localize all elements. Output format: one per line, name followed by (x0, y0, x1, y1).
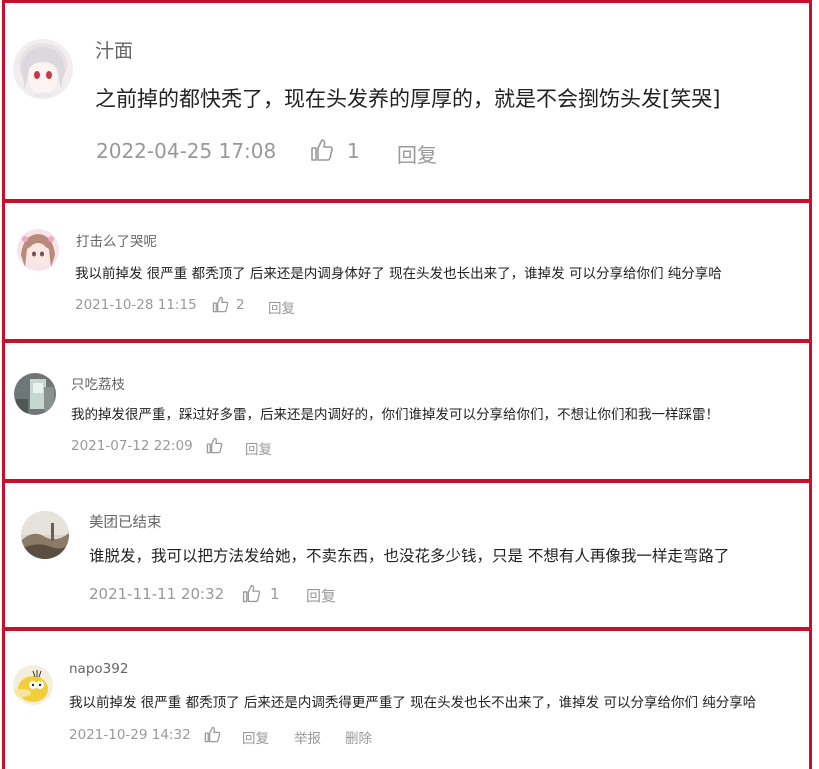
username[interactable]: 打击么了哭呢 (76, 230, 157, 250)
comment-time: 2022-04-25 17:08 (96, 139, 277, 163)
thumbs-up-icon[interactable] (310, 138, 334, 162)
comment-time: 2021-11-11 20:32 (89, 585, 225, 603)
comment-card: 只吃荔枝 我的掉发很严重，踩过好多雷，后来还是内调好的，你们谁掉发可以分享给你们… (2, 340, 812, 482)
comment-time: 2021-10-28 11:15 (75, 297, 197, 313)
thumbs-up-icon[interactable] (204, 726, 221, 743)
comment-card: 美团已结束 谁脱发，我可以把方法发给她，不卖东西，也没花多少钱，只是 不想有人再… (2, 480, 812, 630)
reply-button[interactable]: 回复 (306, 585, 336, 606)
report-button[interactable]: 举报 (294, 727, 321, 747)
reply-button[interactable]: 回复 (245, 438, 272, 458)
thumbs-up-icon[interactable] (206, 437, 223, 454)
avatar[interactable] (13, 665, 53, 705)
comment-text: 我以前掉发 很严重 都秃顶了 后来还是内调秃得更严重了 现在头发也长不出来了，谁… (69, 695, 757, 711)
like-count: 2 (236, 297, 245, 313)
comment-text: 我以前掉发 很严重 都秃顶了 后来还是内调身体好了 现在头发也长出来了，谁掉发 … (75, 266, 722, 282)
comment-card: 打击么了哭呢 我以前掉发 很严重 都秃顶了 后来还是内调身体好了 现在头发也长出… (2, 200, 812, 342)
avatar[interactable] (21, 511, 69, 559)
comment-time: 2021-10-29 14:32 (69, 727, 191, 743)
landscape-photo-avatar-icon (21, 511, 69, 559)
comment-card: napo392 我以前掉发 很严重 都秃顶了 后来还是内调秃得更严重了 现在头发… (2, 628, 812, 769)
anime-girl-avatar-icon (17, 229, 59, 271)
avatar[interactable] (14, 373, 56, 415)
reply-button[interactable]: 回复 (397, 139, 437, 168)
comment-text: 之前掉的都快秃了，现在头发养的厚厚的，就是不会捯饬头发[笑哭] (95, 87, 721, 111)
window-photo-avatar-icon (14, 373, 56, 415)
yellow-duck-avatar-icon (13, 665, 53, 705)
thumbs-up-icon[interactable] (212, 296, 229, 313)
avatar[interactable] (17, 229, 59, 271)
username[interactable]: 美团已结束 (89, 511, 162, 532)
comment-time: 2021-07-12 22:09 (71, 438, 193, 454)
like-count: 1 (347, 139, 360, 163)
comment-text: 我的掉发很严重，踩过好多雷，后来还是内调好的，你们谁掉发可以分享给你们，不想让你… (71, 407, 719, 423)
like-count: 1 (270, 585, 280, 603)
anime-girl-avatar-icon (13, 39, 73, 99)
username[interactable]: 只吃荔枝 (71, 373, 125, 393)
reply-button[interactable]: 回复 (268, 297, 295, 317)
comment-card: 汁面 之前掉的都快秃了，现在头发养的厚厚的，就是不会捯饬头发[笑哭] 2022-… (2, 0, 812, 202)
username[interactable]: 汁面 (95, 36, 133, 63)
thumbs-up-icon[interactable] (242, 584, 261, 603)
delete-button[interactable]: 删除 (345, 727, 372, 747)
comment-text: 谁脱发，我可以把方法发给她，不卖东西，也没花多少钱，只是 不想有人再像我一样走弯… (89, 547, 730, 565)
avatar[interactable] (13, 39, 73, 99)
username[interactable]: napo392 (69, 661, 128, 677)
reply-button[interactable]: 回复 (242, 727, 269, 747)
